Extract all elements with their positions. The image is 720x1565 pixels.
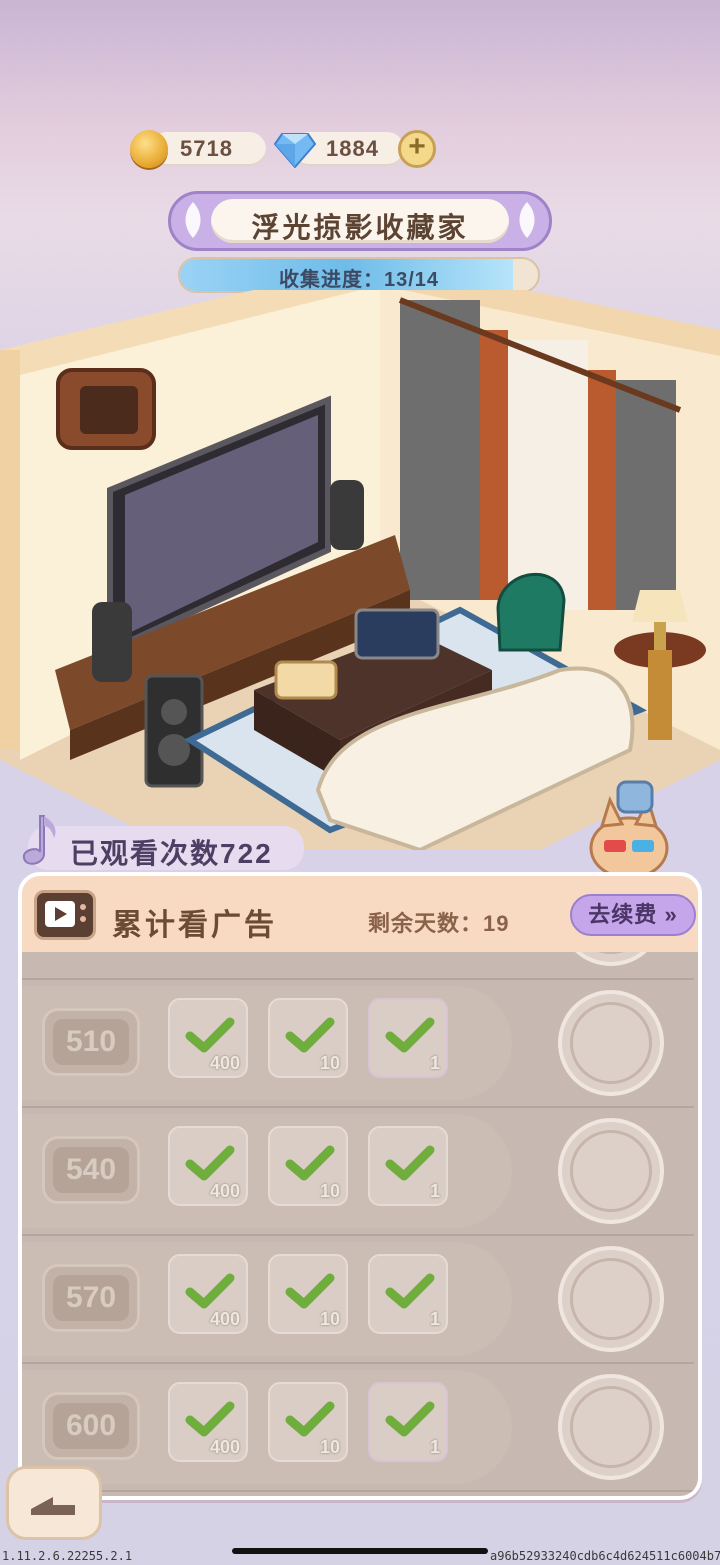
- reward-slot-gem[interactable]: 10: [268, 1126, 348, 1206]
- checkmark-icon: [185, 1273, 235, 1309]
- checkmark-icon: [385, 1273, 435, 1309]
- reward-slot-furniture[interactable]: 1: [368, 1254, 448, 1334]
- cat-medal-icon[interactable]: [558, 1246, 664, 1352]
- reward-slot-gem[interactable]: 10: [268, 1382, 348, 1462]
- device-id-label: a96b52933240cdb6c4d624511c6004b7: [490, 1549, 720, 1563]
- reward-qty: 10: [319, 1309, 340, 1329]
- reward-slot-furniture[interactable]: 1: [368, 1382, 448, 1462]
- diamond-icon: [274, 133, 316, 168]
- reward-qty: 400: [209, 1181, 240, 1201]
- cat-medal-icon[interactable]: [558, 1118, 664, 1224]
- reward-qty: 400: [209, 1053, 240, 1073]
- checkmark-icon: [285, 1401, 335, 1437]
- reward-qty: 10: [319, 1053, 340, 1073]
- reward-qty: 1: [429, 1309, 440, 1329]
- view-count-text: 已观看次数722: [70, 838, 273, 869]
- level-badge: 570: [42, 1264, 140, 1332]
- reward-qty: 10: [319, 1437, 340, 1457]
- checkmark-icon: [185, 1145, 235, 1181]
- leaf-ornament-left-icon: [185, 202, 201, 238]
- plus-icon: +: [408, 130, 426, 163]
- music-note-icon: [22, 815, 56, 865]
- renew-label: 去续费: [588, 902, 658, 927]
- checkmark-icon: [385, 1145, 435, 1181]
- checkmark-icon: [285, 1017, 335, 1053]
- reward-slot-furniture[interactable]: 1: [368, 998, 448, 1078]
- reward-slot-coin[interactable]: 400: [168, 1254, 248, 1334]
- reward-slot-coin[interactable]: 400: [168, 1382, 248, 1462]
- reward-qty: 10: [319, 1181, 340, 1201]
- home-indicator[interactable]: [232, 1548, 488, 1554]
- gem-amount: 1884: [326, 136, 379, 161]
- level-badge: 540: [42, 1136, 140, 1204]
- double-chevron-right-icon: »: [664, 902, 678, 927]
- checkmark-icon: [185, 1401, 235, 1437]
- renew-button[interactable]: 去续费 »: [570, 894, 696, 936]
- living-room-scene: [0, 290, 720, 850]
- cat-coin-icon: [130, 130, 168, 168]
- collection-progress-text: 收集进度：13/14: [278, 269, 440, 291]
- reward-qty: 400: [209, 1437, 240, 1457]
- checkmark-icon: [285, 1145, 335, 1181]
- version-label: 1.11.2.6.22255.2.1: [2, 1549, 133, 1563]
- reward-list[interactable]: 510 400 10 1 540 400 10 1 570 400 10 1 6…: [22, 952, 698, 1496]
- reward-row: 540 400 10 1: [22, 1108, 694, 1236]
- coin-amount: 5718: [180, 136, 233, 161]
- days-remaining: 剩余天数：19: [368, 911, 510, 936]
- reward-qty: 1: [429, 1437, 440, 1457]
- add-currency-button[interactable]: +: [398, 130, 436, 168]
- level-badge: 600: [42, 1392, 140, 1460]
- reward-qty: 1: [429, 1053, 440, 1073]
- back-button[interactable]: [6, 1466, 102, 1540]
- back-arrow-icon: [31, 1497, 75, 1515]
- cat-medal-icon: [558, 952, 664, 966]
- checkmark-icon: [385, 1017, 435, 1053]
- corgi-mascot-icon: [589, 780, 669, 878]
- reward-slot-coin[interactable]: 400: [168, 998, 248, 1078]
- reward-slot-coin[interactable]: 400: [168, 1126, 248, 1206]
- reward-qty: 1: [429, 1181, 440, 1201]
- cat-medal-icon[interactable]: [558, 990, 664, 1096]
- reward-row: 570 400 10 1: [22, 1236, 694, 1364]
- collection-title: 浮光掠影收藏家: [251, 212, 469, 243]
- reward-slot-furniture[interactable]: 1: [368, 1126, 448, 1206]
- reward-qty: 400: [209, 1309, 240, 1329]
- checkmark-icon: [185, 1017, 235, 1053]
- level-badge: 510: [42, 1008, 140, 1076]
- checkmark-icon: [285, 1273, 335, 1309]
- reward-slot-gem[interactable]: 10: [268, 998, 348, 1078]
- reward-row-partial: [22, 952, 694, 980]
- cat-medal-icon[interactable]: [558, 1374, 664, 1480]
- reward-slot-gem[interactable]: 10: [268, 1254, 348, 1334]
- ad-reward-panel: 累计看广告 剩余天数：19 去续费 » 510 400 10 1 540 400…: [18, 872, 702, 1500]
- checkmark-icon: [385, 1401, 435, 1437]
- tv-play-icon: [34, 890, 96, 940]
- panel-title: 累计看广告: [112, 909, 277, 942]
- leaf-ornament-right-icon: [519, 202, 535, 238]
- reward-row: 510 400 10 1: [22, 980, 694, 1108]
- reward-row: 600 400 10 1: [22, 1364, 694, 1492]
- title-plate: 浮光掠影收藏家: [168, 191, 552, 251]
